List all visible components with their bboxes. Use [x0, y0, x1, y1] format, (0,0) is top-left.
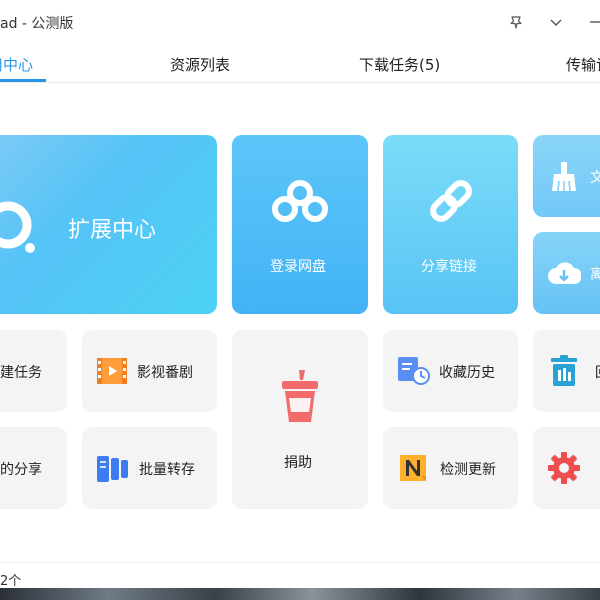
cup-icon — [279, 368, 321, 428]
recycle-bin-label: 回 — [595, 362, 600, 382]
status-bar: 2个 — [0, 562, 600, 588]
tab-resource-list[interactable]: 资源列表 — [170, 54, 230, 75]
share-link-tile[interactable]: 分享链接 — [383, 135, 518, 314]
extension-center-tile[interactable]: 扩展中心 — [0, 135, 217, 314]
new-task-label: 建任务 — [0, 365, 42, 381]
batch-transfer-tile[interactable]: 批量转存 — [82, 427, 217, 509]
share-link-label: 分享链接 — [421, 259, 477, 275]
extension-center-label: 扩展中心 — [68, 218, 157, 243]
link-icon — [425, 175, 477, 231]
donate-label: 捐助 — [284, 455, 312, 471]
update-icon — [397, 452, 429, 488]
minimize-icon[interactable] — [588, 14, 600, 30]
gear-icon — [547, 451, 581, 489]
check-update-tile[interactable]: 检测更新 — [383, 427, 518, 509]
login-netdisk-tile[interactable]: 登录网盘 — [232, 135, 368, 314]
active-tab-indicator — [0, 79, 46, 82]
video-label: 影视番剧 — [137, 365, 193, 381]
cleanup-label: 文 — [590, 170, 600, 186]
cloud-download-icon — [547, 258, 582, 292]
cloud-icon — [270, 177, 330, 231]
new-task-tile[interactable]: 建任务 — [0, 330, 67, 412]
cleanup-tile[interactable]: 文 — [533, 135, 600, 217]
offline-download-tile[interactable]: 离 — [533, 232, 600, 314]
settings-tile[interactable] — [533, 427, 600, 509]
check-update-label: 检测更新 — [440, 462, 496, 478]
favorites-history-tile[interactable]: 收藏历史 — [383, 330, 518, 412]
chevron-down-icon[interactable] — [548, 14, 564, 30]
film-icon — [96, 356, 128, 390]
broom-icon — [549, 161, 579, 197]
video-tile[interactable]: 影视番剧 — [82, 330, 217, 412]
offline-download-label: 离 — [590, 267, 600, 283]
title-bar: ad - 公测版 — [0, 0, 600, 44]
search-ring-icon — [0, 199, 42, 263]
batch-transfer-label: 批量转存 — [139, 462, 195, 478]
batch-icon — [96, 452, 130, 488]
app-window: ad - 公测版 用中心 资源列表 下载任务(5) 传输记 — [0, 0, 600, 588]
history-icon — [397, 356, 431, 390]
tab-bar: 用中心 资源列表 下载任务(5) 传输记 — [0, 44, 600, 83]
tab-download-tasks[interactable]: 下载任务(5) — [359, 54, 440, 75]
favorites-history-label: 收藏历史 — [439, 365, 495, 381]
desktop-background — [0, 588, 600, 600]
tab-transfer-records[interactable]: 传输记 — [566, 54, 600, 75]
recycle-bin-icon — [549, 355, 579, 391]
pin-icon[interactable] — [508, 14, 524, 30]
tab-app-center[interactable]: 用中心 — [0, 54, 33, 75]
donate-tile[interactable]: 捐助 — [232, 330, 368, 509]
my-share-label: 的分享 — [0, 462, 42, 478]
window-title: ad - 公测版 — [0, 16, 74, 32]
login-netdisk-label: 登录网盘 — [270, 259, 326, 275]
my-share-tile[interactable]: 的分享 — [0, 427, 67, 509]
status-text: 2个 — [0, 574, 22, 588]
recycle-bin-tile[interactable]: 回 — [533, 330, 600, 412]
